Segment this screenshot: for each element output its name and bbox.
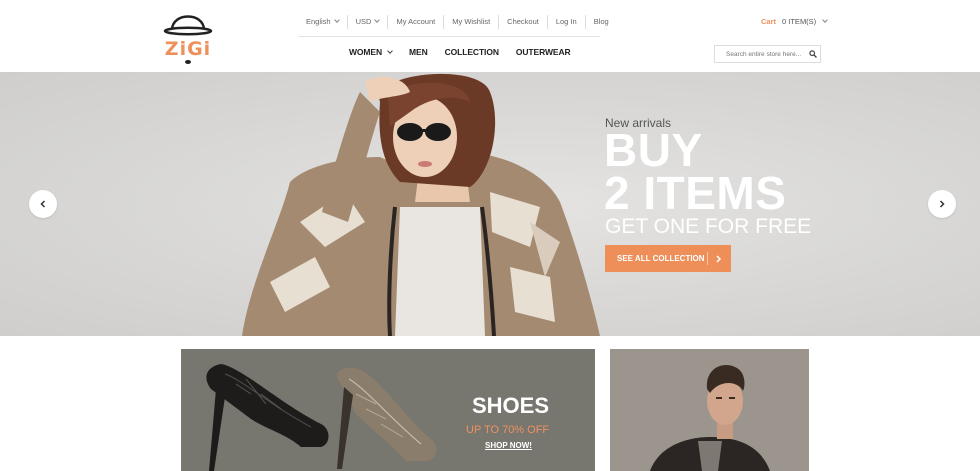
chevron-left-icon [40, 200, 46, 208]
logo-text: ZiGi [164, 38, 212, 60]
log-in-link[interactable]: Log In [546, 15, 585, 29]
slider-next-button[interactable] [928, 190, 956, 218]
shoes-subtitle: UP TO 70% OFF [466, 424, 550, 436]
logo-dot [185, 60, 191, 64]
men-banner[interactable] [610, 349, 809, 471]
cart-dropdown[interactable]: Cart 0 ITEM(S) [761, 16, 829, 26]
site-header: ZiGi English USD My Account My Wishlist … [0, 0, 980, 72]
header-divider [298, 36, 600, 37]
chevron-down-icon [387, 48, 393, 54]
blog-link[interactable]: Blog [584, 15, 617, 29]
hero-model-image [242, 73, 600, 336]
see-all-collection-label: SEE ALL COLLECTION [617, 254, 705, 263]
top-links: English USD My Account My Wishlist Check… [298, 14, 617, 30]
see-all-collection-button[interactable]: SEE ALL COLLECTION [605, 245, 731, 272]
search-input[interactable] [715, 46, 807, 62]
checkout-link[interactable]: Checkout [498, 15, 547, 29]
shop-now-link[interactable]: SHOP NOW! [485, 441, 532, 450]
hero-slider [0, 72, 980, 336]
hat-logo-icon [163, 15, 213, 36]
my-wishlist-link[interactable]: My Wishlist [443, 15, 498, 29]
currency-selector[interactable]: USD [346, 15, 388, 29]
nav-item-collection[interactable]: COLLECTION [445, 47, 499, 57]
language-selector[interactable]: English [298, 15, 347, 29]
cart-count: 0 ITEM(S) [782, 17, 817, 26]
nav-item-women[interactable]: WOMEN [349, 47, 393, 57]
my-account-link[interactable]: My Account [387, 15, 443, 29]
hero-title-line-2: 2 ITEMS [604, 167, 787, 219]
chevron-right-icon [939, 200, 945, 208]
nav-item-men[interactable]: MEN [409, 47, 428, 57]
slider-prev-button[interactable] [29, 190, 57, 218]
nav-item-outerwear[interactable]: OUTERWEAR [516, 47, 571, 57]
search-box [714, 45, 821, 63]
cart-label: Cart [761, 17, 777, 26]
site-logo[interactable]: ZiGi [163, 6, 213, 64]
chevron-down-icon [822, 16, 829, 23]
hero-title-line-3: GET ONE FOR FREE [605, 215, 812, 238]
main-nav: WOMEN MEN COLLECTION OUTERWEAR [349, 44, 588, 60]
search-icon[interactable] [809, 50, 817, 58]
chevron-down-icon [374, 17, 381, 23]
shoes-title: SHOES [472, 393, 550, 418]
button-divider [707, 252, 708, 265]
male-model-image [610, 349, 809, 471]
chevron-down-icon [333, 17, 340, 23]
chevron-right-icon [716, 255, 722, 263]
